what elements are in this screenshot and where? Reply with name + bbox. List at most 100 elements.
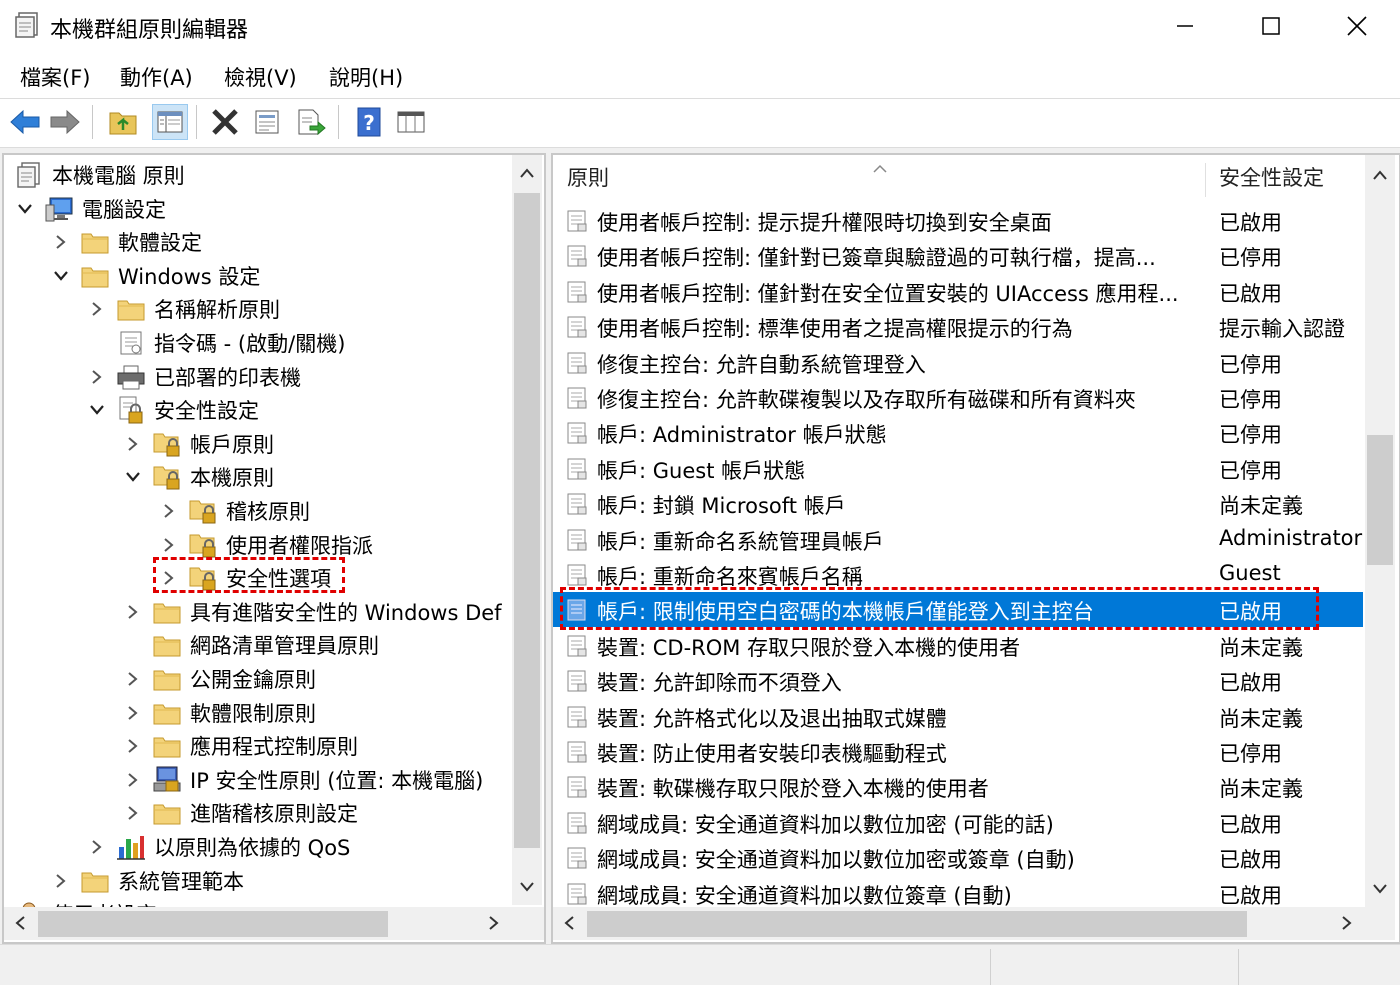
tree-item[interactable]: 安全性設定 — [86, 394, 259, 426]
menu-help[interactable]: 說明(H) — [329, 62, 403, 92]
list-horizontal-scrollbar[interactable] — [553, 907, 1395, 940]
export-list-button[interactable] — [294, 105, 328, 139]
policy-row[interactable]: 裝置: 軟碟機存取只限於登入本機的使用者 尚未定義 — [553, 769, 1363, 804]
tree-item[interactable]: 已部署的印表機 — [86, 361, 301, 393]
close-button[interactable] — [1314, 0, 1400, 52]
tree-scroll-down-button[interactable] — [515, 875, 539, 899]
chevron-right-icon[interactable] — [50, 226, 72, 258]
chevron-down-icon[interactable] — [14, 193, 36, 225]
chevron-down-icon[interactable] — [86, 394, 108, 426]
chevron-right-icon[interactable] — [122, 730, 144, 762]
tree-item[interactable]: 本機原則 — [122, 461, 274, 493]
menu-action[interactable]: 動作(A) — [120, 62, 193, 92]
tree-item[interactable]: 帳戶原則 — [122, 428, 274, 460]
policy-setting-icon — [565, 846, 589, 870]
policy-row[interactable]: 使用者帳戶控制: 標準使用者之提高權限提示的行為 提示輸入認證 — [553, 309, 1363, 344]
chevron-down-icon[interactable] — [122, 461, 144, 493]
tree-scroll-left-button[interactable] — [8, 911, 32, 935]
tree-item[interactable]: 本機電腦 原則 — [14, 159, 185, 191]
delete-button[interactable] — [208, 105, 242, 139]
chevron-right-icon[interactable] — [122, 596, 144, 628]
minimize-button[interactable] — [1142, 0, 1228, 52]
menu-file[interactable]: 檔案(F) — [20, 62, 90, 92]
tree-item-label: Windows 設定 — [118, 264, 261, 289]
list-hscroll-thumb[interactable] — [587, 911, 1247, 937]
tree-item[interactable]: 進階稽核原則設定 — [122, 797, 358, 829]
policy-row[interactable]: 使用者帳戶控制: 提示提升權限時切換到安全桌面 已啟用 — [553, 203, 1363, 238]
console-view-button[interactable] — [394, 105, 428, 139]
policy-row[interactable]: 裝置: 允許格式化以及退出抽取式媒體 尚未定義 — [553, 699, 1363, 734]
tree-scroll-right-button[interactable] — [482, 911, 506, 935]
list-scroll-thumb[interactable] — [1367, 435, 1393, 565]
chevron-left-icon — [564, 916, 574, 930]
tree-scroll-thumb[interactable] — [514, 193, 540, 848]
tree-item[interactable]: 網路清單管理員原則 — [122, 629, 379, 661]
policy-row[interactable]: 修復主控台: 允許自動系統管理登入 已停用 — [553, 345, 1363, 380]
tree-item[interactable]: 軟體限制原則 — [122, 697, 316, 729]
tree-item[interactable]: 電腦設定 — [14, 193, 166, 225]
status-bar — [0, 944, 1400, 985]
policy-row[interactable]: 帳戶: 封鎖 Microsoft 帳戶 尚未定義 — [553, 486, 1363, 521]
chevron-right-icon[interactable] — [158, 529, 180, 561]
tree-item[interactable]: 名稱解析原則 — [86, 293, 280, 325]
tree-scroll-up-button[interactable] — [515, 161, 539, 185]
chevron-down-icon[interactable] — [50, 260, 72, 292]
list-scroll-up-button[interactable] — [1368, 163, 1392, 187]
tree-item[interactable]: 應用程式控制原則 — [122, 730, 358, 762]
tree-item[interactable]: 具有進階安全性的 Windows Def — [122, 596, 502, 628]
up-one-level-button[interactable] — [106, 105, 140, 139]
list-scroll-right-button[interactable] — [1335, 911, 1359, 935]
tree-item[interactable]: IP 安全性原則 (位置: 本機電腦) — [122, 764, 483, 796]
tree-vertical-scrollbar[interactable] — [512, 155, 542, 905]
chevron-right-icon[interactable] — [86, 831, 108, 863]
tree-item[interactable]: 指令碼 - (啟動/關機) — [86, 327, 345, 359]
policy-row[interactable]: 帳戶: Administrator 帳戶狀態 已停用 — [553, 415, 1363, 450]
folder-icon — [116, 294, 146, 324]
list-scroll-left-button[interactable] — [557, 911, 581, 935]
policy-row[interactable]: 修復主控台: 允許軟碟複製以及存取所有磁碟和所有資料夾 已停用 — [553, 380, 1363, 415]
help-button[interactable]: ? — [352, 105, 386, 139]
chevron-right-icon[interactable] — [122, 797, 144, 829]
tree-item[interactable]: 以原則為依據的 QoS — [86, 831, 350, 863]
back-button[interactable] — [8, 105, 42, 139]
policy-setting-value: 已啟用 — [1219, 211, 1282, 235]
tree-item[interactable]: 軟體設定 — [50, 226, 202, 258]
maximize-button[interactable] — [1228, 0, 1314, 52]
policy-row[interactable]: 裝置: 防止使用者安裝印表機驅動程式 已停用 — [553, 734, 1363, 769]
policy-row[interactable]: 帳戶: Guest 帳戶狀態 已停用 — [553, 451, 1363, 486]
policy-row[interactable]: 網域成員: 安全通道資料加以數位加密 (可能的話) 已啟用 — [553, 805, 1363, 840]
policy-row[interactable]: 使用者帳戶控制: 僅針對在安全位置安裝的 UIAccess 應用程... 已啟用 — [553, 274, 1363, 309]
policy-setting-icon — [565, 421, 589, 445]
column-header-security-setting[interactable]: 安全性設定 — [1219, 155, 1369, 199]
chevron-right-icon[interactable] — [158, 495, 180, 527]
policy-row[interactable]: 帳戶: 重新命名系統管理員帳戶 Administrator — [553, 522, 1363, 557]
menu-view[interactable]: 檢視(V) — [224, 62, 297, 92]
policy-setting-icon — [565, 669, 589, 693]
tree-item[interactable]: 稽核原則 — [158, 495, 310, 527]
show-hide-tree-button[interactable] — [152, 104, 188, 140]
chevron-right-icon[interactable] — [86, 293, 108, 325]
chevron-right-icon[interactable] — [122, 663, 144, 695]
policy-row[interactable]: 使用者帳戶控制: 僅針對已簽章與驗證過的可執行檔，提高... 已停用 — [553, 238, 1363, 273]
properties-button[interactable] — [250, 105, 284, 139]
policy-row[interactable]: 裝置: 允許卸除而不須登入 已啟用 — [553, 663, 1363, 698]
tree-item[interactable]: 使用者權限指派 — [158, 529, 373, 561]
policy-row[interactable]: 網域成員: 安全通道資料加以數位簽章 (自動) 已啟用 — [553, 876, 1363, 907]
tree-item[interactable]: 系統管理範本 — [50, 865, 244, 897]
forward-button[interactable] — [48, 105, 82, 139]
chevron-right-icon[interactable] — [122, 428, 144, 460]
tree-horizontal-scrollbar[interactable] — [4, 907, 544, 940]
chevron-right-icon[interactable] — [86, 361, 108, 393]
policy-row[interactable]: 網域成員: 安全通道資料加以數位加密或簽章 (自動) 已啟用 — [553, 840, 1363, 875]
tree-item[interactable]: Windows 設定 — [50, 260, 260, 292]
chevron-right-icon[interactable] — [122, 697, 144, 729]
tree-hscroll-thumb[interactable] — [38, 911, 388, 937]
list-scroll-down-button[interactable] — [1368, 877, 1392, 901]
tree-item[interactable]: 公開金鑰原則 — [122, 663, 316, 695]
policy-name: 帳戶: 重新命名系統管理員帳戶 — [597, 529, 884, 554]
policy-row[interactable]: 裝置: CD-ROM 存取只限於登入本機的使用者 尚未定義 — [553, 628, 1363, 663]
chevron-right-icon[interactable] — [122, 764, 144, 796]
list-vertical-scrollbar[interactable] — [1365, 155, 1395, 907]
column-header-policy[interactable]: 原則 — [567, 155, 1207, 199]
chevron-right-icon[interactable] — [50, 865, 72, 897]
